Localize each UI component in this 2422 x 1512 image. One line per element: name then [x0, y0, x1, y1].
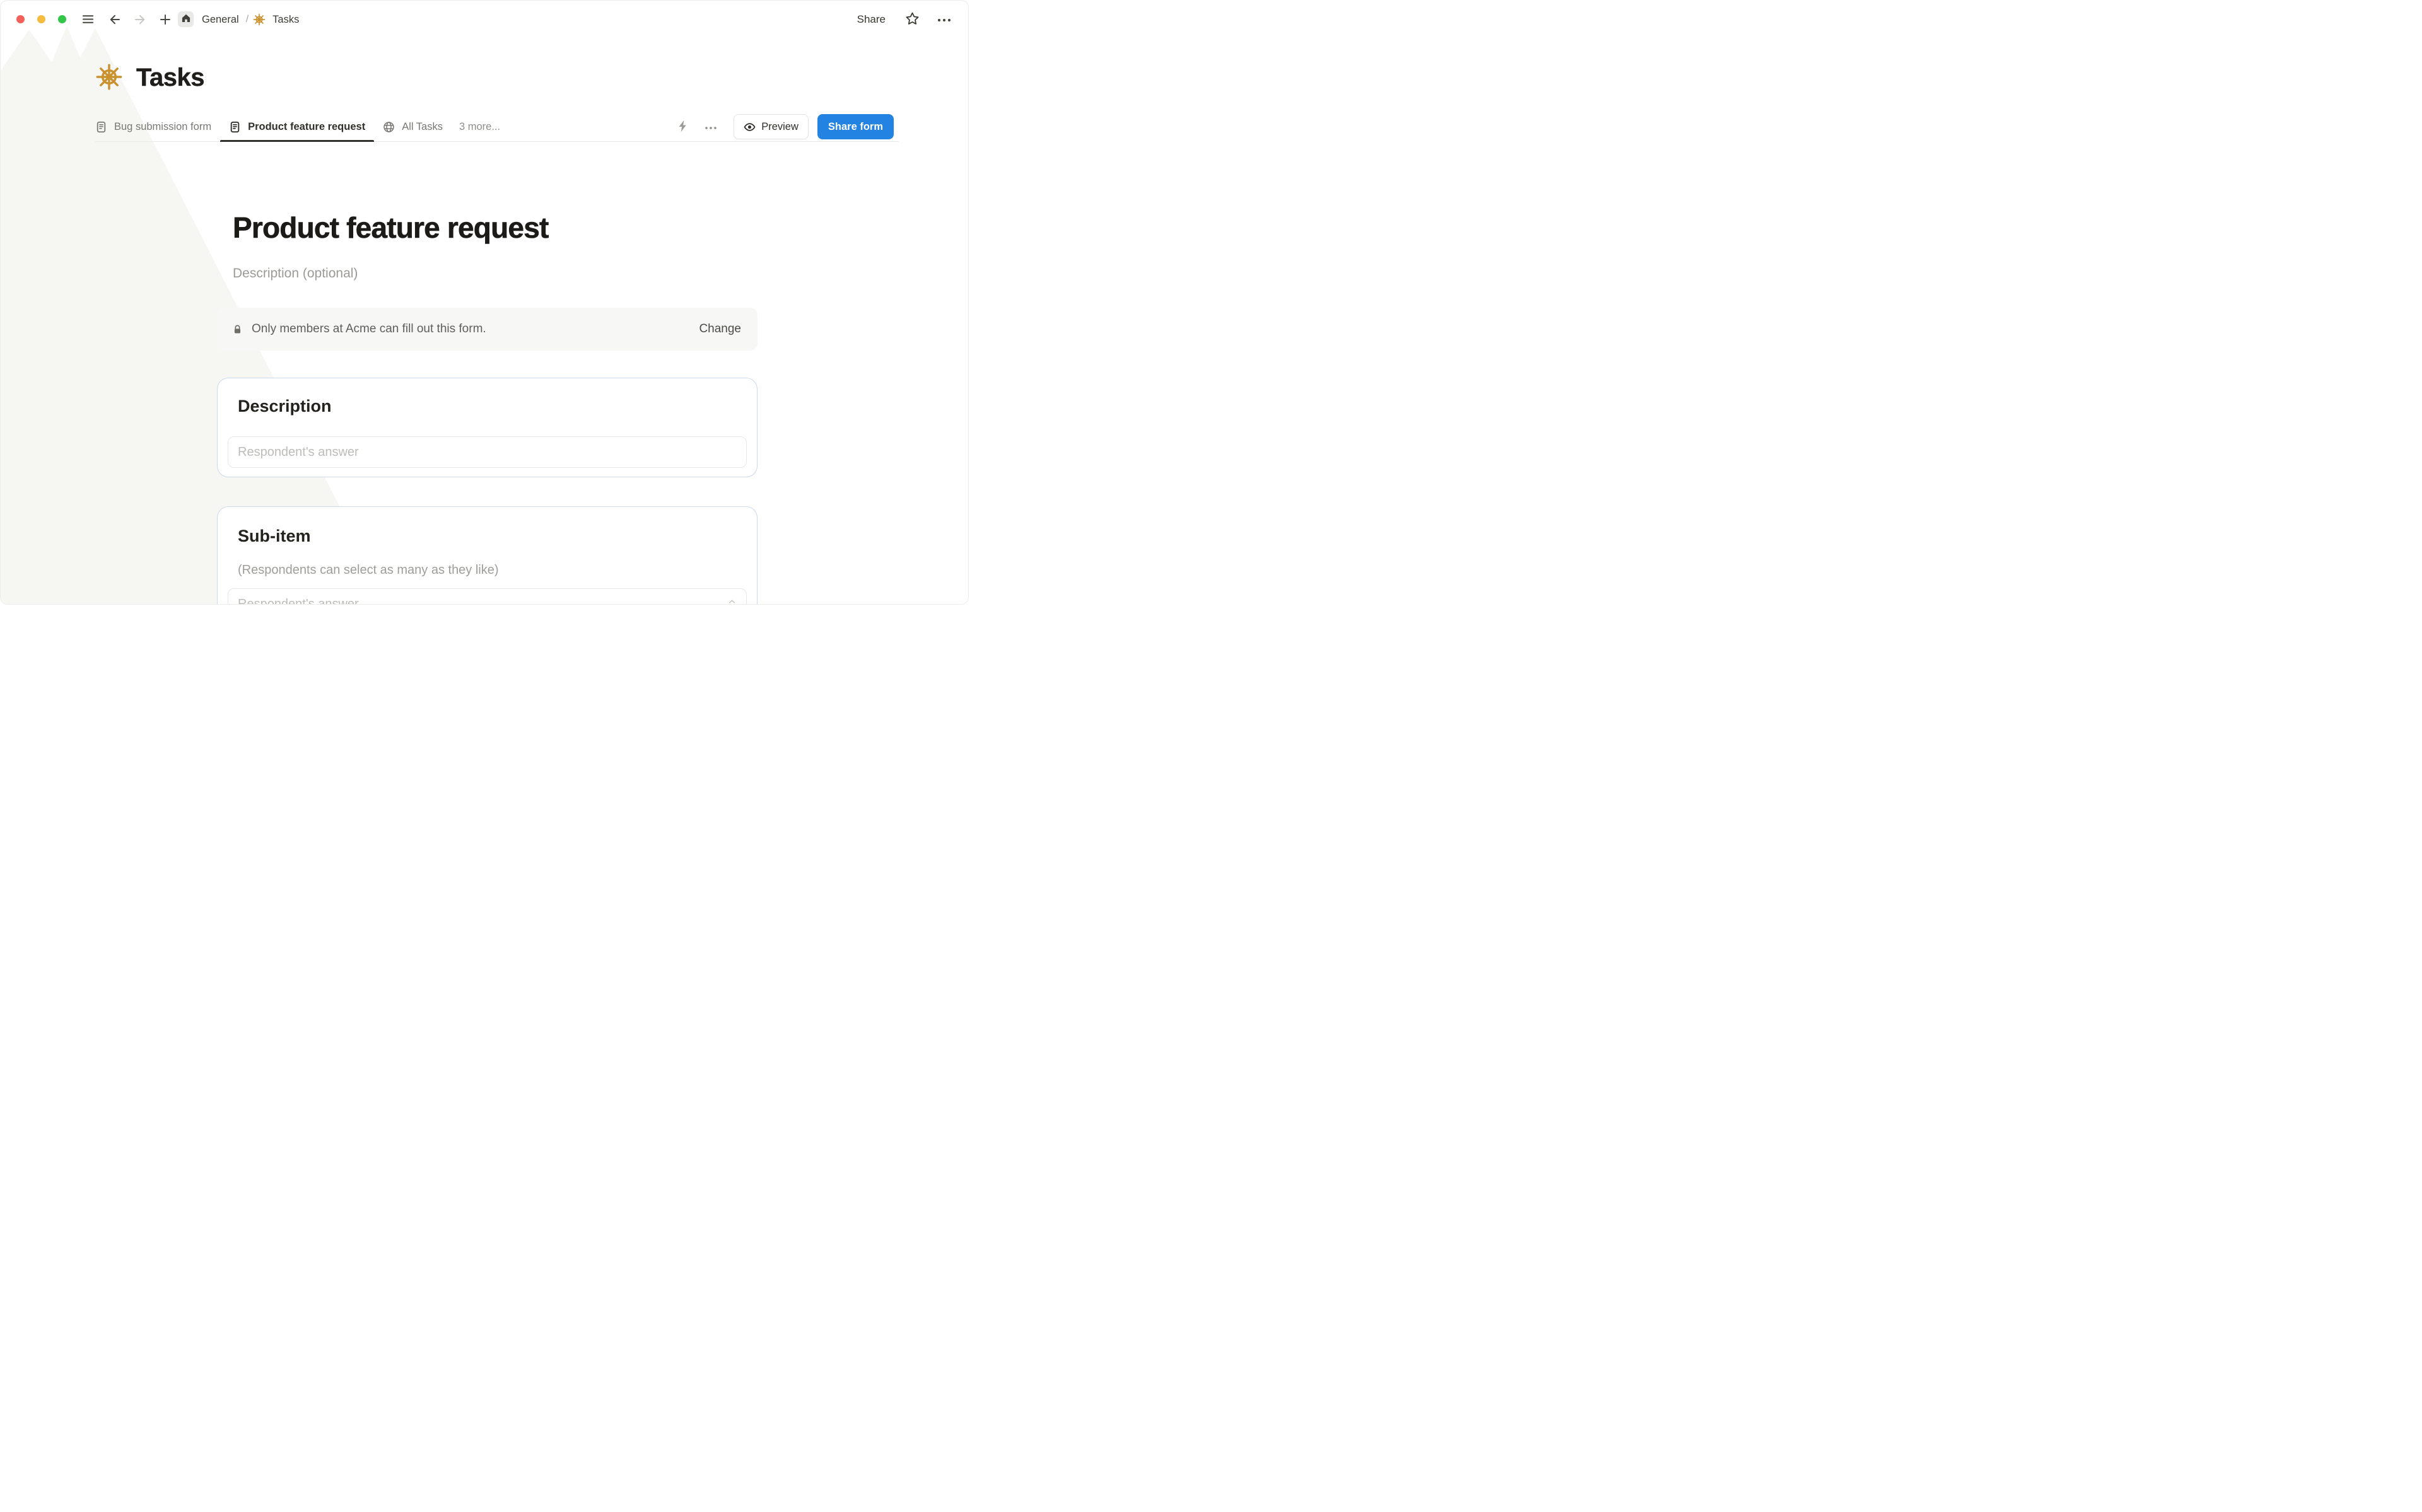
forward-button[interactable]	[132, 12, 148, 28]
titlebar: General / Tasks Share	[1, 1, 968, 38]
question-card-description: Description	[217, 378, 758, 477]
plus-icon	[159, 13, 172, 28]
access-notice-text: Only members at Acme can fill out this f…	[252, 322, 486, 336]
back-button[interactable]	[107, 12, 123, 28]
ship-wheel-icon	[95, 63, 123, 93]
change-access-button[interactable]: Change	[698, 320, 742, 339]
titlebar-actions: Share	[853, 1, 953, 38]
star-icon	[905, 11, 920, 28]
answer-field-wrap	[228, 436, 747, 468]
page-header: Tasks	[95, 63, 204, 93]
close-window-button[interactable]	[16, 15, 25, 23]
answer-field-wrap	[228, 588, 747, 605]
favorite-button[interactable]	[904, 10, 921, 29]
tab-label: Bug submission form	[114, 121, 211, 133]
breadcrumb-workspace[interactable]: General	[199, 13, 242, 27]
notion-window: General / Tasks Share	[0, 0, 969, 605]
tab-bug-submission-form[interactable]: Bug submission form	[86, 112, 220, 142]
answer-select-input[interactable]	[228, 588, 747, 605]
question-title[interactable]: Sub-item	[238, 526, 747, 547]
back-arrow-icon	[108, 13, 122, 28]
question-hint: (Respondents can select as many as they …	[238, 563, 747, 578]
page-title[interactable]: Tasks	[136, 64, 204, 92]
traffic-lights	[16, 15, 66, 23]
question-title[interactable]: Description	[238, 396, 747, 417]
preview-label: Preview	[761, 121, 799, 133]
breadcrumb-page[interactable]: Tasks	[270, 13, 301, 27]
ship-wheel-icon	[253, 13, 266, 26]
answer-input[interactable]	[228, 436, 747, 468]
home-icon	[181, 13, 191, 25]
breadcrumb: General / Tasks	[199, 1, 301, 38]
form-description-placeholder[interactable]: Description (optional)	[233, 266, 758, 281]
forward-arrow-icon	[133, 13, 147, 28]
zoom-window-button[interactable]	[58, 15, 66, 23]
form-icon	[95, 121, 107, 133]
hamburger-icon	[81, 13, 95, 28]
share-form-button[interactable]: Share form	[817, 114, 894, 139]
page-icon-button[interactable]	[95, 63, 123, 93]
home-button[interactable]	[178, 11, 194, 27]
new-page-button[interactable]	[157, 12, 173, 28]
lock-icon	[232, 324, 243, 335]
more-options-button[interactable]	[935, 14, 953, 26]
question-card-sub-item: Sub-item (Respondents can select as many…	[217, 506, 758, 605]
breadcrumb-separator: /	[246, 14, 249, 25]
sidebar-toggle-button[interactable]	[79, 12, 96, 28]
ellipsis-icon	[937, 15, 952, 25]
access-notice: Only members at Acme can fill out this f…	[217, 308, 758, 351]
form-builder: Product feature request Description (opt…	[217, 1, 758, 605]
share-button[interactable]: Share	[853, 11, 889, 28]
minimize-window-button[interactable]	[37, 15, 45, 23]
chevron-up-down-icon	[727, 599, 737, 605]
form-title[interactable]: Product feature request	[233, 210, 758, 245]
